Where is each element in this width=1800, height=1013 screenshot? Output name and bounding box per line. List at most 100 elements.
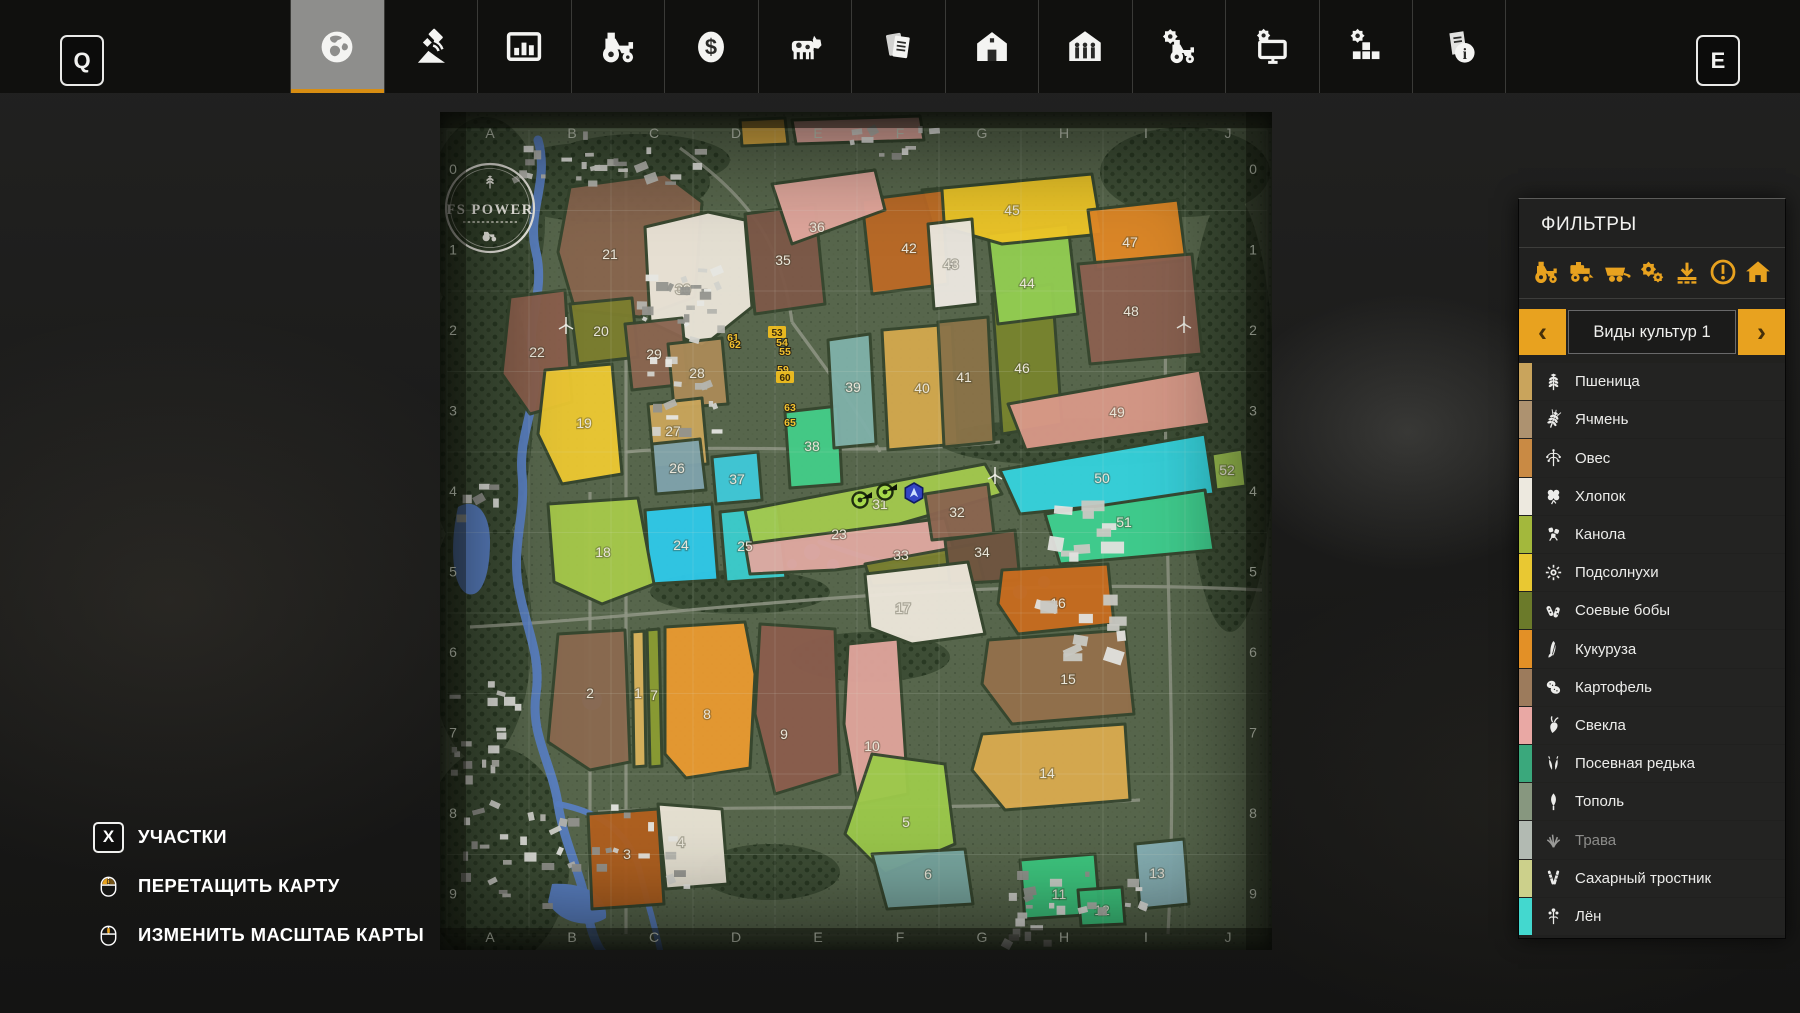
tab-vehicle-settings[interactable] [1132, 0, 1226, 93]
filter-warning-icon[interactable] [1708, 257, 1738, 287]
wheat-icon [1542, 370, 1566, 394]
barn-icon [971, 26, 1013, 68]
tab-statistics[interactable] [477, 0, 571, 93]
field-number-24: 24 [673, 537, 689, 553]
crop-row-oats[interactable]: Овес [1519, 439, 1785, 476]
corn-icon [1542, 637, 1566, 661]
top-toolbar: Q $i E [0, 0, 1800, 93]
poplar-icon [1542, 790, 1566, 814]
farm-map-svg[interactable]: 2130222029281927263724251838394041464445… [440, 112, 1272, 950]
crop-row-canola[interactable]: Канола [1519, 516, 1785, 553]
cow-icon [784, 26, 826, 68]
filter-gears-icon[interactable] [1637, 257, 1667, 287]
crop-row-grass[interactable]: Трава [1519, 821, 1785, 858]
field-number-49: 49 [1109, 404, 1125, 420]
crop-row-wheat[interactable]: Пшеница [1519, 363, 1785, 400]
oats-icon [1542, 446, 1566, 470]
svg-text:B: B [567, 125, 576, 141]
tab-map[interactable] [290, 0, 384, 93]
category-prev-button[interactable]: ‹ [1519, 309, 1566, 355]
field-number-33: 33 [893, 547, 909, 563]
tab-general-settings[interactable] [1319, 0, 1413, 93]
filter-tractor-icon[interactable] [1531, 257, 1561, 287]
crop-row-sunflower[interactable]: Подсолнухи [1519, 554, 1785, 591]
crop-row-flax[interactable]: Лён [1519, 898, 1785, 935]
field-number-25: 25 [737, 538, 753, 554]
svg-text:H: H [1059, 125, 1069, 141]
crop-row-potato[interactable]: Картофель [1519, 669, 1785, 706]
field-number-47: 47 [1122, 234, 1138, 250]
svg-text:A: A [485, 929, 495, 945]
map-view[interactable]: 2130222029281927263724251838394041464445… [440, 112, 1272, 950]
field-number-35: 35 [775, 252, 791, 268]
crop-color-swatch [1519, 439, 1532, 476]
tab-staff[interactable] [1038, 0, 1132, 93]
category-next-button[interactable]: › [1738, 309, 1785, 355]
flax-icon [1542, 904, 1566, 928]
filter-trailer-icon[interactable] [1602, 257, 1632, 287]
menu-next-keycap: E [1696, 35, 1740, 86]
crop-color-swatch [1519, 669, 1532, 706]
field-number-37: 37 [729, 471, 745, 487]
cotton-icon [1542, 484, 1566, 508]
soybean-icon [1542, 599, 1566, 623]
crop-label: Ячмень [1575, 411, 1628, 428]
field-number-15: 15 [1060, 671, 1076, 687]
crop-row-sugarcane[interactable]: Сахарный тростник [1519, 860, 1785, 897]
svg-text:F: F [896, 125, 905, 141]
tab-help[interactable]: i [1412, 0, 1506, 93]
field-number-50: 50 [1094, 470, 1110, 486]
map-field-15[interactable] [982, 630, 1134, 724]
svg-text:6: 6 [449, 644, 457, 660]
svg-text:2: 2 [1249, 322, 1257, 338]
player-marker-icon [905, 483, 922, 503]
crop-color-swatch [1519, 592, 1532, 629]
svg-text:D: D [731, 929, 741, 945]
svg-text:6: 6 [1249, 644, 1257, 660]
map-field-9[interactable] [755, 624, 840, 794]
filters-panel: ФИЛЬТРЫ ‹ Виды культур 1 › ПшеницаЯчмень… [1518, 198, 1786, 939]
svg-text:A: A [485, 125, 495, 141]
parcel-number-62: 62 [729, 339, 741, 351]
game-screen: Q $i E 213022202928192726372425183839404… [0, 0, 1800, 1013]
tab-production[interactable] [945, 0, 1039, 93]
svg-text:4: 4 [449, 483, 457, 499]
field-number-20: 20 [593, 323, 609, 339]
filter-harvester-icon[interactable] [1566, 257, 1596, 287]
filter-house-icon[interactable] [1743, 257, 1773, 287]
barn-people-icon [1064, 26, 1106, 68]
crop-color-swatch [1519, 363, 1532, 400]
field-number-27: 27 [665, 423, 681, 439]
svg-text:F: F [896, 929, 905, 945]
crop-row-cotton[interactable]: Хлопок [1519, 478, 1785, 515]
crop-label: Лён [1575, 908, 1601, 925]
crop-row-barley[interactable]: Ячмень [1519, 401, 1785, 438]
crop-color-swatch [1519, 745, 1532, 782]
crop-label: Тополь [1575, 793, 1624, 810]
hint-drag-label: ПЕРЕТАЩИТЬ КАРТУ [138, 875, 340, 897]
map-field-17[interactable] [865, 562, 985, 644]
sugarcane-icon [1542, 866, 1566, 890]
field-number-23: 23 [831, 526, 847, 542]
map-field-48[interactable] [1078, 254, 1202, 364]
crop-row-soybean[interactable]: Соевые бобы [1519, 592, 1785, 629]
crop-color-swatch [1519, 516, 1532, 553]
map-field-8[interactable] [665, 622, 755, 778]
tab-animals[interactable] [758, 0, 852, 93]
map-field-6[interactable] [872, 849, 973, 909]
field-number-34: 34 [974, 544, 990, 560]
svg-text:0: 0 [1249, 161, 1257, 177]
tab-vehicles[interactable] [571, 0, 665, 93]
filter-download-icon[interactable] [1672, 257, 1702, 287]
svg-text:8: 8 [1249, 805, 1257, 821]
tab-contracts[interactable] [851, 0, 945, 93]
tab-display-settings[interactable] [1225, 0, 1319, 93]
coin-icon: $ [690, 26, 732, 68]
tab-finances[interactable]: $ [664, 0, 758, 93]
tab-precision-farming[interactable] [384, 0, 478, 93]
field-number-4: 4 [677, 834, 685, 850]
crop-row-corn[interactable]: Кукуруза [1519, 630, 1785, 667]
crop-row-radish[interactable]: Посевная редька [1519, 745, 1785, 782]
crop-row-beet[interactable]: Свекла [1519, 707, 1785, 744]
crop-row-poplar[interactable]: Тополь [1519, 783, 1785, 820]
